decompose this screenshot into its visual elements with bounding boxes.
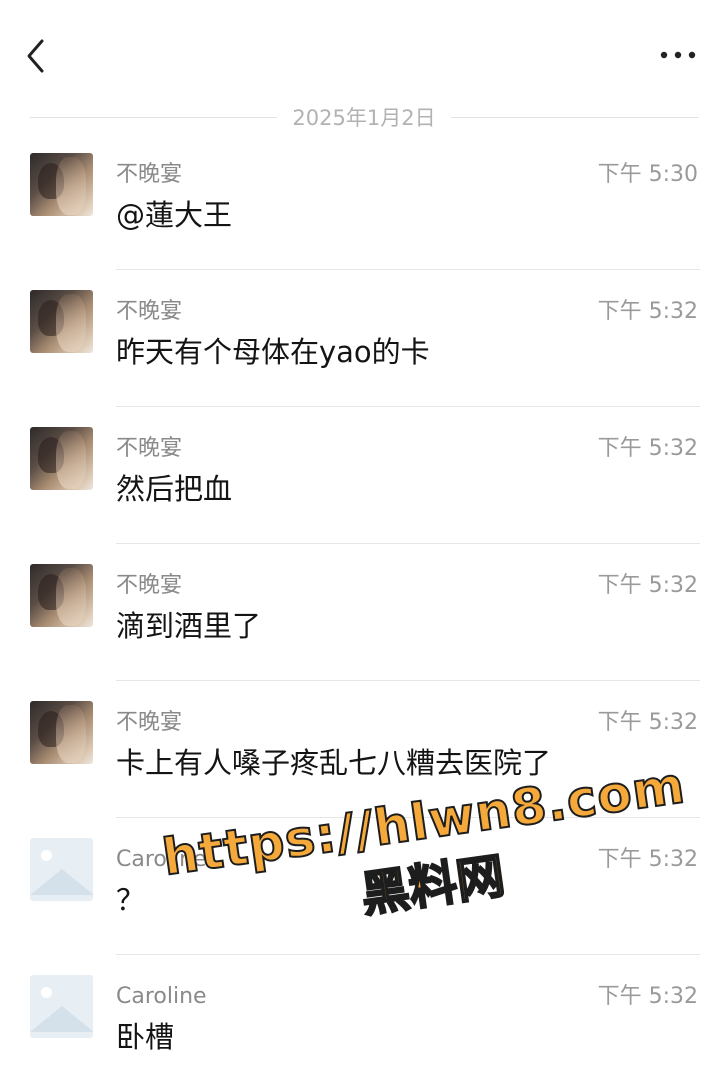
mountain-icon [30, 869, 93, 895]
divider [30, 117, 277, 118]
message-time: 下午 5:32 [597, 847, 698, 872]
top-bar [0, 0, 720, 100]
message-text: 昨天有个母体在yao的卡 [116, 335, 430, 369]
avatar[interactable] [30, 701, 93, 764]
message-item[interactable]: Caroline 下午 5:32 ？ [0, 818, 720, 955]
message-time: 下午 5:30 [597, 162, 698, 187]
default-avatar[interactable] [30, 838, 93, 901]
message-time: 下午 5:32 [597, 299, 698, 324]
message-item[interactable]: 不晚宴 下午 5:32 卡上有人嗓子疼乱七八糟去医院了 [0, 681, 720, 818]
message-text: 然后把血 [116, 472, 233, 506]
message-item[interactable]: 不晚宴 下午 5:30 @蓮大王 [0, 133, 720, 270]
date-label: 2025年1月2日 [292, 106, 436, 130]
message-time: 下午 5:32 [597, 710, 698, 735]
date-separator: 2025年1月2日 [0, 103, 720, 133]
message-text: 滴到酒里了 [116, 609, 262, 643]
message-time: 下午 5:32 [597, 984, 698, 1009]
mountain-icon [30, 1006, 93, 1032]
sender-name: Caroline [116, 847, 207, 872]
avatar[interactable] [30, 427, 93, 490]
message-item[interactable]: Caroline 下午 5:32 卧槽 [0, 955, 720, 1086]
message-time: 下午 5:32 [597, 436, 698, 461]
sender-name: 不晚宴 [116, 573, 183, 598]
message-text: 卧槽 [116, 1020, 175, 1054]
message-time: 下午 5:32 [597, 573, 698, 598]
default-avatar[interactable] [30, 975, 93, 1038]
more-horizontal-icon[interactable] [656, 42, 700, 68]
sender-name: 不晚宴 [116, 299, 183, 324]
divider [451, 117, 699, 118]
sender-name: 不晚宴 [116, 710, 183, 735]
message-item[interactable]: 不晚宴 下午 5:32 昨天有个母体在yao的卡 [0, 270, 720, 407]
image-placeholder-icon [41, 987, 52, 998]
message-text: @蓮大王 [116, 198, 233, 232]
sender-name: 不晚宴 [116, 162, 183, 187]
message-text: ？ [116, 883, 146, 917]
avatar[interactable] [30, 153, 93, 216]
avatar[interactable] [30, 564, 93, 627]
message-item[interactable]: 不晚宴 下午 5:32 然后把血 [0, 407, 720, 544]
sender-name: 不晚宴 [116, 436, 183, 461]
avatar[interactable] [30, 290, 93, 353]
chevron-left-icon[interactable] [22, 36, 52, 76]
sender-name: Caroline [116, 984, 207, 1009]
image-placeholder-icon [41, 850, 52, 861]
message-text: 卡上有人嗓子疼乱七八糟去医院了 [116, 746, 552, 780]
message-item[interactable]: 不晚宴 下午 5:32 滴到酒里了 [0, 544, 720, 681]
